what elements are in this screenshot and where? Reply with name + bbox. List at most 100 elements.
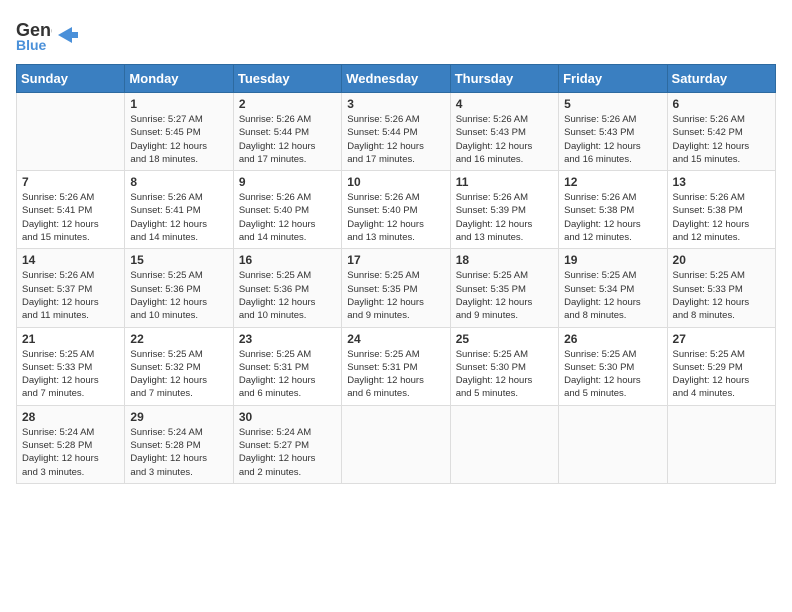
day-info: Sunrise: 5:25 AM Sunset: 5:29 PM Dayligh…: [673, 348, 770, 401]
day-number: 24: [347, 332, 444, 346]
calendar-cell: 12 Sunrise: 5:26 AM Sunset: 5:38 PM Dayli…: [559, 171, 667, 249]
day-number: 16: [239, 253, 336, 267]
calendar-day-header: Thursday: [450, 65, 558, 93]
day-info: Sunrise: 5:25 AM Sunset: 5:36 PM Dayligh…: [130, 269, 227, 322]
calendar-cell: 9 Sunrise: 5:26 AM Sunset: 5:40 PM Daylig…: [233, 171, 341, 249]
calendar-cell: 2 Sunrise: 5:26 AM Sunset: 5:44 PM Daylig…: [233, 93, 341, 171]
calendar-cell: [17, 93, 125, 171]
day-info: Sunrise: 5:25 AM Sunset: 5:32 PM Dayligh…: [130, 348, 227, 401]
calendar-cell: 3Sunrise: 5:26 AM Sunset: 5:44 PM Daylig…: [342, 93, 450, 171]
calendar-cell: 21 Sunrise: 5:25 AM Sunset: 5:33 PM Dayli…: [17, 327, 125, 405]
day-number: 23: [239, 332, 336, 346]
day-info: Sunrise: 5:26 AM Sunset: 5:44 PM Dayligh…: [239, 113, 336, 166]
day-info: Sunrise: 5:25 AM Sunset: 5:30 PM Dayligh…: [564, 348, 661, 401]
day-info: Sunrise: 5:26 AM Sunset: 5:41 PM Dayligh…: [130, 191, 227, 244]
header: General Blue: [16, 16, 776, 52]
calendar-cell: 17Sunrise: 5:25 AM Sunset: 5:35 PM Dayli…: [342, 249, 450, 327]
day-number: 28: [22, 410, 119, 424]
calendar-cell: [559, 405, 667, 483]
day-number: 2: [239, 97, 336, 111]
calendar-cell: 25 Sunrise: 5:25 AM Sunset: 5:30 PM Dayli…: [450, 327, 558, 405]
calendar-cell: 4 Sunrise: 5:26 AM Sunset: 5:43 PM Daylig…: [450, 93, 558, 171]
calendar-cell: 13 Sunrise: 5:26 AM Sunset: 5:38 PM Dayli…: [667, 171, 775, 249]
day-info: Sunrise: 5:24 AM Sunset: 5:28 PM Dayligh…: [22, 426, 119, 479]
day-info: Sunrise: 5:26 AM Sunset: 5:42 PM Dayligh…: [673, 113, 770, 166]
calendar-day-header: Wednesday: [342, 65, 450, 93]
day-info: Sunrise: 5:26 AM Sunset: 5:39 PM Dayligh…: [456, 191, 553, 244]
calendar-week-row: 28 Sunrise: 5:24 AM Sunset: 5:28 PM Dayli…: [17, 405, 776, 483]
calendar-cell: 1 Sunrise: 5:27 AM Sunset: 5:45 PM Daylig…: [125, 93, 233, 171]
day-number: 8: [130, 175, 227, 189]
calendar-week-row: 21 Sunrise: 5:25 AM Sunset: 5:33 PM Dayli…: [17, 327, 776, 405]
day-info: Sunrise: 5:25 AM Sunset: 5:31 PM Dayligh…: [239, 348, 336, 401]
day-info: Sunrise: 5:25 AM Sunset: 5:31 PM Dayligh…: [347, 348, 444, 401]
calendar-week-row: 14 Sunrise: 5:26 AM Sunset: 5:37 PM Dayli…: [17, 249, 776, 327]
day-info: Sunrise: 5:26 AM Sunset: 5:38 PM Dayligh…: [673, 191, 770, 244]
day-number: 6: [673, 97, 770, 111]
calendar-cell: 11Sunrise: 5:26 AM Sunset: 5:39 PM Dayli…: [450, 171, 558, 249]
calendar-cell: 23 Sunrise: 5:25 AM Sunset: 5:31 PM Dayli…: [233, 327, 341, 405]
day-number: 13: [673, 175, 770, 189]
calendar-cell: 24 Sunrise: 5:25 AM Sunset: 5:31 PM Dayli…: [342, 327, 450, 405]
logo-icon: General Blue: [16, 16, 52, 52]
calendar-cell: 26Sunrise: 5:25 AM Sunset: 5:30 PM Dayli…: [559, 327, 667, 405]
day-number: 30: [239, 410, 336, 424]
calendar-cell: 19Sunrise: 5:25 AM Sunset: 5:34 PM Dayli…: [559, 249, 667, 327]
calendar-cell: 27 Sunrise: 5:25 AM Sunset: 5:29 PM Dayli…: [667, 327, 775, 405]
day-info: Sunrise: 5:27 AM Sunset: 5:45 PM Dayligh…: [130, 113, 227, 166]
day-number: 4: [456, 97, 553, 111]
calendar-cell: 7Sunrise: 5:26 AM Sunset: 5:41 PM Daylig…: [17, 171, 125, 249]
logo-arrow-icon: [58, 27, 78, 43]
day-info: Sunrise: 5:24 AM Sunset: 5:28 PM Dayligh…: [130, 426, 227, 479]
day-number: 25: [456, 332, 553, 346]
day-info: Sunrise: 5:26 AM Sunset: 5:43 PM Dayligh…: [456, 113, 553, 166]
day-info: Sunrise: 5:26 AM Sunset: 5:38 PM Dayligh…: [564, 191, 661, 244]
calendar-cell: [667, 405, 775, 483]
day-info: Sunrise: 5:26 AM Sunset: 5:43 PM Dayligh…: [564, 113, 661, 166]
calendar-cell: 29 Sunrise: 5:24 AM Sunset: 5:28 PM Dayli…: [125, 405, 233, 483]
day-info: Sunrise: 5:25 AM Sunset: 5:34 PM Dayligh…: [564, 269, 661, 322]
svg-text:Blue: Blue: [16, 37, 47, 52]
day-info: Sunrise: 5:26 AM Sunset: 5:40 PM Dayligh…: [239, 191, 336, 244]
calendar-day-header: Friday: [559, 65, 667, 93]
calendar-cell: 14 Sunrise: 5:26 AM Sunset: 5:37 PM Dayli…: [17, 249, 125, 327]
day-number: 3: [347, 97, 444, 111]
calendar-cell: [342, 405, 450, 483]
calendar-cell: 8 Sunrise: 5:26 AM Sunset: 5:41 PM Daylig…: [125, 171, 233, 249]
day-number: 27: [673, 332, 770, 346]
day-info: Sunrise: 5:25 AM Sunset: 5:36 PM Dayligh…: [239, 269, 336, 322]
calendar-day-header: Monday: [125, 65, 233, 93]
day-info: Sunrise: 5:25 AM Sunset: 5:33 PM Dayligh…: [673, 269, 770, 322]
day-number: 12: [564, 175, 661, 189]
calendar-week-row: 1 Sunrise: 5:27 AM Sunset: 5:45 PM Daylig…: [17, 93, 776, 171]
calendar-cell: 10Sunrise: 5:26 AM Sunset: 5:40 PM Dayli…: [342, 171, 450, 249]
day-number: 21: [22, 332, 119, 346]
day-info: Sunrise: 5:25 AM Sunset: 5:30 PM Dayligh…: [456, 348, 553, 401]
day-number: 5: [564, 97, 661, 111]
day-number: 7: [22, 175, 119, 189]
calendar-day-header: Sunday: [17, 65, 125, 93]
day-info: Sunrise: 5:25 AM Sunset: 5:35 PM Dayligh…: [347, 269, 444, 322]
day-info: Sunrise: 5:24 AM Sunset: 5:27 PM Dayligh…: [239, 426, 336, 479]
day-number: 14: [22, 253, 119, 267]
calendar-cell: [450, 405, 558, 483]
calendar-cell: 30 Sunrise: 5:24 AM Sunset: 5:27 PM Dayli…: [233, 405, 341, 483]
day-number: 18: [456, 253, 553, 267]
calendar-week-row: 7 Sunrise: 5:26 AM Sunset: 5:41 PM Daylig…: [17, 171, 776, 249]
calendar-cell: 18Sunrise: 5:25 AM Sunset: 5:35 PM Dayli…: [450, 249, 558, 327]
calendar-cell: 22Sunrise: 5:25 AM Sunset: 5:32 PM Dayli…: [125, 327, 233, 405]
calendar-cell: 6 Sunrise: 5:26 AM Sunset: 5:42 PM Daylig…: [667, 93, 775, 171]
day-number: 29: [130, 410, 227, 424]
day-number: 20: [673, 253, 770, 267]
day-info: Sunrise: 5:26 AM Sunset: 5:37 PM Dayligh…: [22, 269, 119, 322]
calendar-cell: 28 Sunrise: 5:24 AM Sunset: 5:28 PM Dayli…: [17, 405, 125, 483]
day-number: 1: [130, 97, 227, 111]
calendar-cell: 20 Sunrise: 5:25 AM Sunset: 5:33 PM Dayli…: [667, 249, 775, 327]
day-number: 15: [130, 253, 227, 267]
calendar-table: SundayMondayTuesdayWednesdayThursdayFrid…: [16, 64, 776, 484]
day-info: Sunrise: 5:25 AM Sunset: 5:33 PM Dayligh…: [22, 348, 119, 401]
day-number: 9: [239, 175, 336, 189]
day-info: Sunrise: 5:26 AM Sunset: 5:40 PM Dayligh…: [347, 191, 444, 244]
logo: General Blue: [16, 16, 78, 52]
calendar-day-header: Tuesday: [233, 65, 341, 93]
